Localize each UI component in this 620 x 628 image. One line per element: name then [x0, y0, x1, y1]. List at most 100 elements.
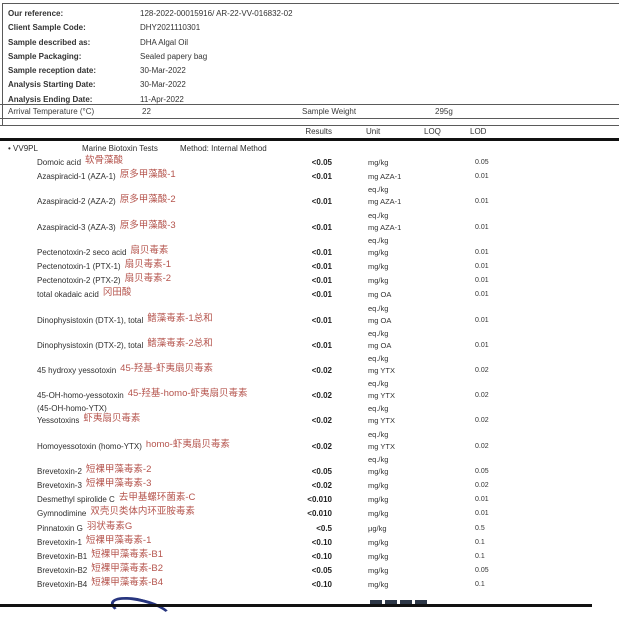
info-label: Client Sample Code:	[8, 21, 140, 35]
analyte-lod: 0.02	[470, 479, 520, 493]
section-code: • VV9PL	[8, 144, 38, 153]
arrival-row-bottom-line	[0, 118, 619, 119]
analyte-row: Azaspiracid-2 (AZA-2)原多甲藻酸-2 <0.01 mg AZ…	[0, 195, 620, 220]
analyte-name: Brevetoxin-3	[37, 481, 82, 490]
analyte-row: Yessotoxins虾夷扇贝毒素 <0.02 mg YTX eq./kg 0.…	[0, 414, 620, 439]
column-header-loq: LOQ	[424, 127, 441, 136]
analyte-row: Brevetoxin-2短裸甲藻毒素-2 <0.05 mg/kg 0.05	[0, 465, 620, 479]
analyte-result: <0.010	[292, 507, 332, 521]
analyte-table: Domoic acid软骨藻酸 <0.05 mg/kg 0.05 Azaspir…	[0, 156, 620, 593]
analyte-name-chinese: 鳍藻毒素-2总和	[147, 338, 212, 349]
analyte-lod: 0.01	[470, 170, 520, 184]
analyte-lod: 0.01	[470, 493, 520, 507]
analyte-result: <0.10	[292, 578, 332, 592]
analyte-name: Pectenotoxin-2 seco acid	[37, 248, 126, 257]
analyte-lod: 0.1	[470, 550, 520, 564]
page-bottom-line	[0, 604, 592, 607]
analyte-name-cell: Pectenotoxin-2 seco acid 扇贝毒素	[37, 246, 292, 260]
analyte-name-cell: Gymnodimine双壳贝类体内环亚胺毒素	[37, 507, 292, 521]
analyte-row: Dinophysistoxin (DTX-2), total鳍藻毒素-2总和 <…	[0, 339, 620, 364]
analyte-unit: mg/kg	[368, 156, 424, 170]
info-value: 30-Mar-2022	[140, 78, 186, 92]
analyte-name-cell: Dinophysistoxin (DTX-2), total 鳍藻毒素-2总和	[37, 339, 292, 353]
analyte-name-cell: Yessotoxins虾夷扇贝毒素	[37, 414, 292, 428]
analyte-unit: mg/kg	[368, 260, 424, 274]
info-row-reference: Our reference: 128-2022-00015916/ AR-22-…	[8, 7, 614, 21]
analyte-name-chinese: 虾夷扇贝毒素	[83, 413, 140, 424]
analyte-name-chinese: 45-羟基-虾夷扇贝毒素	[120, 363, 213, 374]
analyte-result: <0.01	[292, 260, 332, 274]
analyte-name-chinese: 扇贝毒素	[130, 245, 168, 256]
analyte-name-cell: 45-OH-homo-yessotoxin45-羟基-homo-虾夷扇贝毒素 (…	[37, 389, 292, 414]
analyte-name-cell: Azaspiracid-1 (AZA-1)原多甲藻酸-1	[37, 170, 292, 184]
analyte-lod: 0.01	[470, 195, 520, 209]
analyte-row: Pectenotoxin-2 (PTX-2)扇贝毒素-2 <0.01 mg/kg…	[0, 274, 620, 288]
test-section-header: • VV9PL Marine Biotoxin Tests Method: In…	[0, 144, 620, 155]
analyte-name-cell: Brevetoxin-B2 短裸甲藻毒素-B2	[37, 564, 292, 578]
analyte-unit: mg/kg	[368, 479, 424, 493]
analyte-name: Brevetoxin-B2	[37, 566, 87, 575]
analyte-lod: 0.01	[470, 246, 520, 260]
analyte-row: Brevetoxin-1短裸甲藻毒素-1 <0.10 mg/kg 0.1	[0, 536, 620, 550]
analyte-row: Pectenotoxin-1 (PTX-1) 扇贝毒素-1 <0.01 mg/kg…	[0, 260, 620, 274]
analyte-result: <0.01	[292, 274, 332, 288]
analyte-unit: mg AZA-1 eq./kg	[368, 170, 424, 195]
analyte-name-chinese: 45-羟基-homo-虾夷扇贝毒素	[128, 388, 248, 399]
analyte-unit: mg/kg	[368, 536, 424, 550]
analyte-name-cell: Brevetoxin-2短裸甲藻毒素-2	[37, 465, 292, 479]
analyte-unit: mg OA eq./kg	[368, 288, 424, 313]
analyte-name-cell: 45 hydroxy yessotoxin 45-羟基-虾夷扇贝毒素	[37, 364, 292, 378]
analyte-row: Pectenotoxin-2 seco acid扇贝毒素 <0.01 mg/kg…	[0, 246, 620, 260]
analyte-unit: mg/kg	[368, 274, 424, 288]
analyte-lod: 0.02	[470, 389, 520, 403]
analyte-unit: mg YTX eq./kg	[368, 364, 424, 389]
analyte-lod: 0.02	[470, 414, 520, 428]
analyte-name: Azaspiracid-3 (AZA-3)	[37, 223, 116, 232]
analyte-name-chinese: 去甲基螺环菌素-C	[119, 492, 196, 503]
analyte-name-chinese: 原多甲藻酸-3	[120, 220, 176, 231]
analyte-name-chinese: 短裸甲藻毒素-B2	[91, 563, 163, 574]
analyte-unit: mg OA eq./kg	[368, 314, 424, 339]
analyte-result: <0.02	[292, 414, 332, 428]
analyte-unit: mg/kg	[368, 564, 424, 578]
sample-weight-value: 295g	[435, 107, 453, 116]
sample-weight-label: Sample Weight	[302, 107, 356, 116]
analyte-unit: µg/kg	[368, 522, 424, 536]
analyte-result: <0.02	[292, 364, 332, 378]
analyte-name: 45 hydroxy yessotoxin	[37, 366, 116, 375]
analyte-lod: 0.01	[470, 260, 520, 274]
analyte-name: 45-OH-homo-yessotoxin	[37, 391, 124, 400]
analyte-unit: mg/kg	[368, 550, 424, 564]
info-label: Our reference:	[8, 7, 140, 21]
analyte-name: Pinnatoxin G	[37, 524, 83, 533]
analyte-result: <0.01	[292, 314, 332, 328]
info-value: DHA Algal Oil	[140, 36, 188, 50]
analyte-name-chinese: 短裸甲藻毒素-1	[86, 535, 151, 546]
analyte-name: Pectenotoxin-1 (PTX-1)	[37, 262, 121, 271]
section-method: Method: Internal Method	[180, 144, 267, 153]
analyte-result: <0.010	[292, 493, 332, 507]
info-value: 30-Mar-2022	[140, 64, 186, 78]
analyte-row: Brevetoxin-3短裸甲藻毒素-3 <0.02 mg/kg 0.02	[0, 479, 620, 493]
analyte-name-chinese: 扇贝毒素-1	[125, 259, 171, 270]
analyte-name-chinese: 短裸甲藻毒素-B1	[91, 549, 163, 560]
analyte-unit: mg AZA-1 eq./kg	[368, 195, 424, 220]
analyte-name-chinese: 原多甲藻酸-1	[120, 169, 176, 180]
info-label: Sample described as:	[8, 36, 140, 50]
analyte-name-cell: Azaspiracid-2 (AZA-2)原多甲藻酸-2	[37, 195, 292, 209]
analyte-lod: 0.01	[470, 274, 520, 288]
analyte-name-chinese: 短裸甲藻毒素-3	[86, 478, 151, 489]
column-header-top-line	[0, 125, 619, 126]
info-value: DHY2021110301	[140, 21, 200, 35]
analyte-name: Desmethyl spirolide C	[37, 495, 115, 504]
analyte-unit: mg AZA-1 eq./kg	[368, 221, 424, 246]
analyte-lod: 0.01	[470, 339, 520, 353]
analyte-result: <0.05	[292, 564, 332, 578]
analyte-row: Azaspiracid-1 (AZA-1)原多甲藻酸-1 <0.01 mg AZ…	[0, 170, 620, 195]
column-header-results: Results	[292, 127, 332, 136]
analyte-row: Homoyessotoxin (homo-YTX)homo-虾夷扇贝毒素 <0.…	[0, 440, 620, 465]
info-row-described-as: Sample described as: DHA Algal Oil	[8, 36, 614, 50]
analyte-name: Dinophysistoxin (DTX-1), total	[37, 316, 143, 325]
analyte-name: Dinophysistoxin (DTX-2), total	[37, 341, 143, 350]
cut-off-lab-logo-icon	[108, 592, 173, 628]
